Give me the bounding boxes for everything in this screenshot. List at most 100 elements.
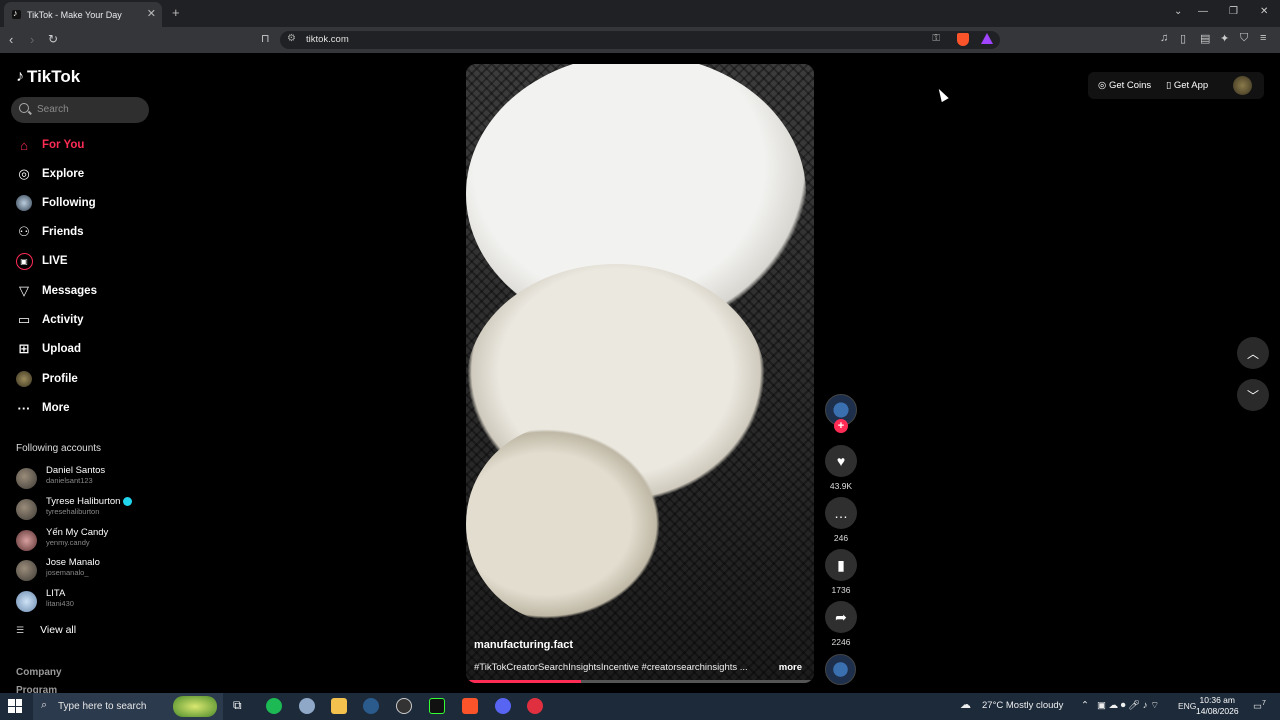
sidebar-item-label: Profile: [42, 373, 78, 385]
sidebar-item-label: Messages: [42, 285, 97, 297]
account-name-text: Tyrese Haliburton: [46, 496, 121, 507]
vpn-icon[interactable]: ⛉: [1240, 32, 1248, 45]
brave-shield-icon[interactable]: [957, 33, 969, 46]
steam-icon[interactable]: [363, 698, 379, 714]
back-icon[interactable]: ‹: [9, 32, 13, 47]
sidebar-item-for-you[interactable]: ⌂ For You: [15, 134, 84, 156]
file-explorer-icon[interactable]: [331, 698, 347, 714]
tab-close-icon[interactable]: ✕: [147, 7, 156, 20]
sidebar-item-friends[interactable]: ⚇ Friends: [15, 221, 83, 243]
save-button[interactable]: ▮: [825, 549, 857, 581]
view-all-link[interactable]: ☰ View all: [16, 624, 76, 636]
leo-ai-icon[interactable]: ✦: [1220, 32, 1229, 45]
get-app-button[interactable]: ▯ Get App: [1166, 80, 1208, 91]
notifications-icon[interactable]: ▭7: [1253, 700, 1266, 712]
sidebar-item-following[interactable]: Following: [15, 192, 96, 214]
weather-text[interactable]: 27°C Mostly cloudy: [982, 700, 1063, 711]
more-icon: ···: [17, 400, 31, 416]
reload-icon[interactable]: ↻: [48, 32, 58, 46]
close-window-button[interactable]: ✕: [1260, 6, 1268, 17]
tiktok-logo[interactable]: ♪ TikTok: [16, 67, 80, 87]
video-caption: #TikTokCreatorSearchInsightsIncentive #c…: [474, 662, 748, 673]
bookmark-icon: ▮: [837, 556, 845, 573]
language-indicator[interactable]: ENG: [1178, 701, 1196, 711]
follow-button[interactable]: +: [834, 419, 848, 433]
sidebar-item-live[interactable]: ▣ LIVE: [15, 250, 68, 272]
address-bar[interactable]: ⊓ ⚙ tiktok.com ⚿: [261, 31, 1000, 49]
new-tab-button[interactable]: +: [172, 5, 180, 20]
nvidia-icon[interactable]: [429, 698, 445, 714]
clock-time: 10:36 am: [1199, 695, 1235, 705]
sidebar-item-more[interactable]: ··· More: [15, 397, 70, 419]
sidebar-item-label: Following: [42, 197, 96, 209]
sidebar-item-upload[interactable]: ⊞ Upload: [15, 338, 81, 360]
windows-taskbar: ⌕ Type here to search ⧉ ☁ 27°C Mostly cl…: [0, 693, 1280, 720]
video-frame-foam: [466, 424, 666, 624]
video-player[interactable]: manufacturing.fact #TikTokCreatorSearchI…: [466, 64, 814, 683]
tiktok-logo-icon: ♪: [16, 68, 24, 85]
menu-icon[interactable]: ≡: [1260, 32, 1266, 44]
share-button[interactable]: ➦: [825, 601, 857, 633]
next-video-button[interactable]: ﹀: [1237, 379, 1269, 411]
restore-button[interactable]: ❐: [1229, 6, 1238, 17]
account-name: Daniel Santos: [46, 465, 106, 476]
video-progress-bar[interactable]: [466, 680, 814, 683]
browser-toolbar: ‹ › ↻ ⊓ ⚙ tiktok.com ⚿: [0, 27, 1280, 53]
bookmark-icon[interactable]: ⊓: [261, 32, 270, 45]
media-icon[interactable]: ♫: [1160, 32, 1168, 44]
upload-icon: ⊞: [18, 341, 30, 356]
spotify-icon[interactable]: [266, 698, 282, 714]
comment-count: 246: [833, 533, 849, 543]
user-avatar[interactable]: [1233, 76, 1252, 95]
get-coins-button[interactable]: ◎ Get Coins: [1098, 80, 1151, 91]
app-icon-red[interactable]: [527, 698, 543, 714]
account-name: LITA: [46, 588, 66, 599]
share-count: 2246: [831, 637, 851, 647]
notification-count: 7: [1261, 700, 1266, 707]
avatar: [16, 560, 37, 581]
browser-tab-bar: TikTok - Make Your Day ✕ + ⌄ — ❐ ✕: [0, 0, 1280, 27]
avatar: [16, 499, 37, 520]
search-input[interactable]: Search: [11, 97, 149, 123]
brave-browser-icon[interactable]: [462, 698, 478, 714]
obs-icon[interactable]: [396, 698, 412, 714]
sidebar-item-activity[interactable]: ▭ Activity: [15, 309, 84, 331]
wallet-icon[interactable]: ▤: [1200, 32, 1210, 45]
search-icon: ⌕: [41, 699, 48, 711]
forward-icon[interactable]: ›: [30, 32, 34, 47]
browser-tab[interactable]: TikTok - Make Your Day ✕: [4, 2, 162, 27]
app-icon[interactable]: [299, 698, 315, 714]
caption-more-button[interactable]: more: [779, 662, 802, 673]
music-disc-avatar[interactable]: [825, 654, 856, 685]
sidebar-item-profile[interactable]: Profile: [15, 368, 78, 390]
minimize-button[interactable]: —: [1198, 6, 1208, 17]
phone-icon: ▯: [1166, 80, 1174, 91]
video-username[interactable]: manufacturing.fact: [474, 639, 573, 651]
footer-link-company[interactable]: Company: [16, 667, 62, 678]
discord-icon[interactable]: [495, 698, 511, 714]
password-key-icon[interactable]: ⚿: [932, 33, 940, 44]
sidebar-item-messages[interactable]: ▽ Messages: [15, 280, 97, 302]
tray-chevron-icon[interactable]: ⌃: [1081, 700, 1089, 711]
brave-rewards-icon[interactable]: [981, 33, 993, 44]
task-view-icon[interactable]: ⧉: [233, 698, 249, 714]
tab-search-icon[interactable]: ⌄: [1174, 6, 1182, 17]
chevron-up-icon: ︿: [1246, 346, 1259, 361]
tray-app-icons[interactable]: ▣ ☁ ⏺ 🎤︎ ♪ ⌔: [1097, 700, 1159, 711]
site-settings-icon[interactable]: ⚙: [287, 33, 296, 44]
taskbar-search-text: Type here to search: [58, 701, 147, 712]
live-icon: ▣: [15, 252, 33, 270]
like-button[interactable]: ♥: [825, 445, 857, 477]
windows-start-icon[interactable]: [8, 699, 22, 713]
system-clock[interactable]: 10:36 am 14/08/2026: [1196, 695, 1239, 717]
sidebar-toggle-icon[interactable]: ▯: [1180, 32, 1186, 45]
search-icon: [19, 103, 29, 113]
comment-button[interactable]: …: [825, 497, 857, 529]
sidebar-item-label: More: [42, 402, 70, 414]
taskbar-search[interactable]: ⌕ Type here to search: [33, 693, 223, 720]
sidebar-item-explore[interactable]: ◎ Explore: [15, 163, 84, 185]
avatar: [16, 591, 37, 612]
mouse-cursor-icon: [935, 86, 949, 103]
clock-date: 14/08/2026: [1196, 706, 1239, 716]
previous-video-button[interactable]: ︿: [1237, 337, 1269, 369]
